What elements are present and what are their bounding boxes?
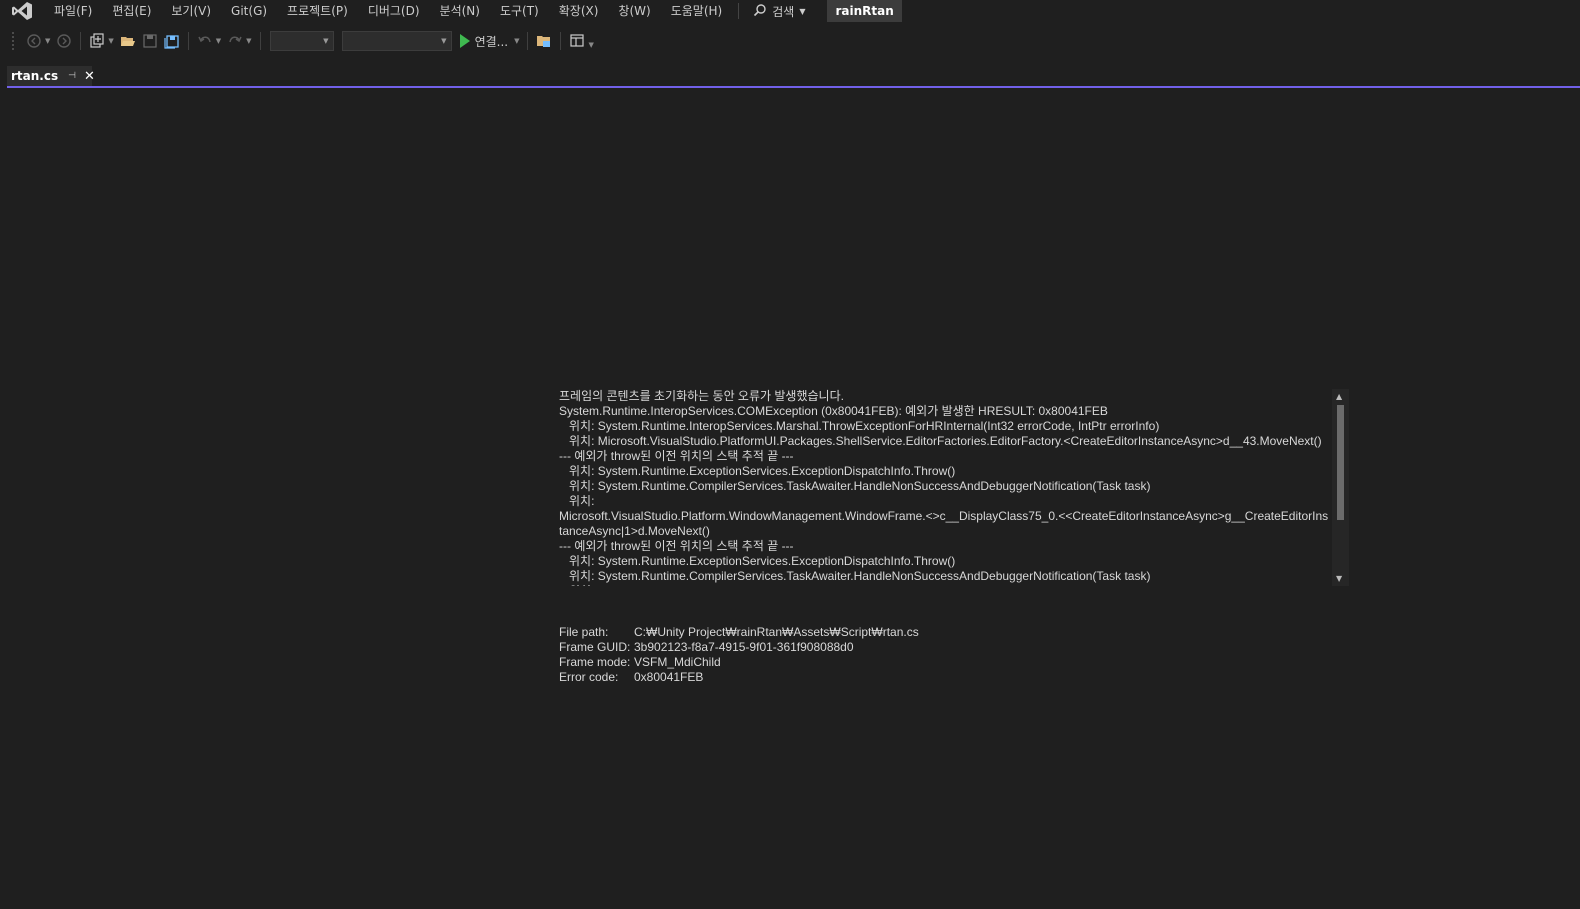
save-button[interactable] (141, 32, 159, 50)
open-file-button[interactable] (119, 32, 137, 50)
frame-mode-row: Frame mode: VSFM_MdiChild (559, 655, 919, 670)
solution-platform-combo[interactable]: ▼ (341, 31, 452, 51)
visual-studio-logo-icon[interactable] (11, 1, 33, 21)
menu-separator (738, 3, 740, 19)
toolbar-separator (560, 32, 562, 50)
close-icon[interactable]: ✕ (84, 70, 95, 83)
redo-button[interactable] (226, 32, 244, 50)
window-layout-button[interactable] (568, 32, 586, 50)
solution-configuration-combo[interactable]: ▼ (269, 31, 334, 51)
file-path-label: File path: (559, 625, 609, 639)
menu-tools[interactable]: 도구(T) (490, 0, 549, 22)
search-label: 검색 (772, 4, 795, 19)
back-arrow-icon (27, 34, 41, 48)
toolbar-separator (527, 32, 529, 50)
new-project-button[interactable] (88, 32, 106, 50)
pin-icon[interactable]: ⊣ (68, 71, 76, 81)
solution-name-badge[interactable]: rainRtan (827, 0, 902, 22)
menu-help[interactable]: 도움말(H) (661, 0, 733, 22)
search-icon (753, 3, 767, 20)
menu-file[interactable]: 파일(F) (44, 0, 102, 22)
window-layout-icon (570, 34, 585, 47)
save-icon (143, 34, 157, 48)
error-details-box[interactable]: 프레임의 콘텐츠를 초기화하는 동안 오류가 발생했습니다. System.Ru… (559, 389, 1349, 586)
file-path-row: File path: C:₩Unity Project₩rainRtan₩Ass… (559, 625, 919, 640)
error-code-row: Error code: 0x80041FEB (559, 670, 919, 685)
error-code-value: 0x80041FEB (634, 670, 704, 684)
error-code-label: Error code: (559, 670, 619, 684)
tab-title: rtan.cs (11, 69, 59, 83)
search-button[interactable]: 검색 ▼ (745, 0, 813, 22)
menu-bar: 파일(F) 편집(E) 보기(V) Git(G) 프로젝트(P) 디버그(D) … (0, 0, 1580, 22)
open-folder-icon (120, 37, 135, 46)
frame-mode-label: Frame mode: (559, 655, 631, 669)
redo-dropdown-icon[interactable]: ▼ (246, 37, 251, 45)
back-dropdown-icon[interactable]: ▼ (45, 37, 50, 45)
frame-guid-label: Frame GUID: (559, 640, 631, 654)
navigate-back-button[interactable] (25, 32, 43, 50)
scroll-down-icon[interactable]: ▼ (1336, 574, 1342, 583)
frame-guid-value: 3b902123-f8a7-4915-9f01-361f908088d0 (634, 640, 854, 654)
scroll-thumb[interactable] (1337, 405, 1344, 520)
start-debugging-button[interactable]: 연결... (459, 33, 509, 50)
scroll-up-icon[interactable]: ▲ (1336, 392, 1342, 401)
run-dropdown-icon[interactable]: ▼ (514, 37, 519, 45)
editor-area: 프레임의 콘텐츠를 초기화하는 동안 오류가 발생했습니다. System.Ru… (7, 88, 1568, 909)
frame-mode-value: VSFM_MdiChild (634, 655, 721, 669)
forward-arrow-icon (57, 34, 72, 48)
undo-button[interactable] (196, 32, 214, 50)
new-project-dropdown-icon[interactable]: ▼ (108, 37, 113, 45)
chevron-down-icon: ▼ (441, 37, 447, 45)
menu-project[interactable]: 프로젝트(P) (277, 0, 358, 22)
tab-rtan-cs[interactable]: rtan.cs ⊣ ✕ (7, 66, 95, 86)
undo-icon (198, 36, 211, 43)
menu-git[interactable]: Git(G) (221, 0, 277, 22)
save-all-icon (164, 35, 179, 49)
error-scrollbar[interactable]: ▲ ▼ (1332, 389, 1349, 586)
menu-window[interactable]: 창(W) (608, 0, 660, 22)
navigate-forward-button[interactable] (55, 32, 73, 50)
frame-guid-row: Frame GUID: 3b902123-f8a7-4915-9f01-361f… (559, 640, 919, 655)
run-label: 연결... (474, 34, 509, 49)
new-project-icon (90, 33, 104, 48)
toolbar-separator (259, 32, 261, 50)
chevron-down-icon: ▼ (799, 6, 806, 16)
play-icon (459, 34, 470, 48)
toolbar-overflow-icon[interactable]: ▼ (588, 41, 593, 49)
chevron-down-icon: ▼ (323, 37, 329, 45)
standard-toolbar: ▼ ▼ ▼ ▼ ▼ ▼ 연결... ▼ ▼ (0, 28, 1580, 54)
undo-dropdown-icon[interactable]: ▼ (216, 37, 221, 45)
menu-edit[interactable]: 편집(E) (102, 0, 161, 22)
toolbar-separator (187, 32, 189, 50)
document-tab-strip: rtan.cs ⊣ ✕ (7, 66, 1580, 88)
error-stack-trace[interactable]: 프레임의 콘텐츠를 초기화하는 동안 오류가 발생했습니다. System.Ru… (559, 389, 1331, 586)
toolbar-separator (80, 32, 82, 50)
folder-view-icon (537, 36, 551, 47)
menu-analyze[interactable]: 분석(N) (430, 0, 490, 22)
redo-icon (229, 36, 242, 43)
frame-info: File path: C:₩Unity Project₩rainRtan₩Ass… (559, 625, 919, 685)
menu-extensions[interactable]: 확장(X) (549, 0, 609, 22)
menu-view[interactable]: 보기(V) (161, 0, 221, 22)
file-path-value: C:₩Unity Project₩rainRtan₩Assets₩Script₩… (634, 625, 919, 639)
save-all-button[interactable] (163, 32, 181, 50)
toolbar-grip[interactable] (11, 31, 15, 51)
menu-debug[interactable]: 디버그(D) (358, 0, 430, 22)
attach-to-unity-button[interactable] (535, 32, 553, 50)
